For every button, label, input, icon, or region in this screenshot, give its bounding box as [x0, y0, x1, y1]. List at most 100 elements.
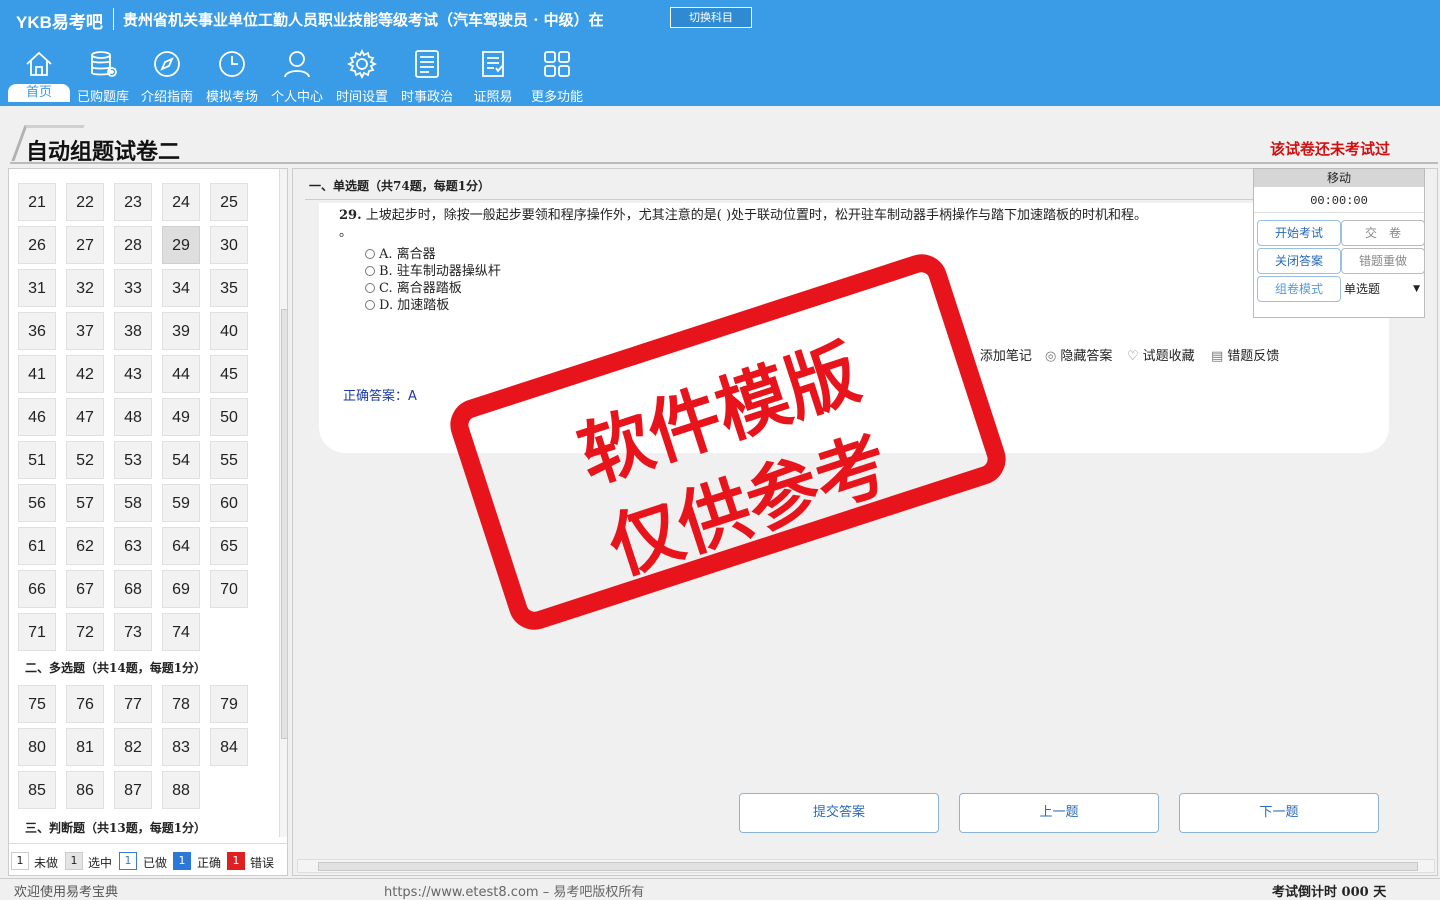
close-answer-button[interactable]: 关闭答案 [1257, 248, 1341, 274]
question-number-button[interactable]: 61 [18, 527, 56, 565]
question-number-button[interactable]: 33 [114, 269, 152, 307]
question-number-button[interactable]: 58 [114, 484, 152, 522]
radio-icon[interactable] [365, 266, 375, 276]
nav-politics[interactable]: 时事政治 [396, 48, 458, 105]
question-number-button[interactable]: 67 [66, 570, 104, 608]
question-number-button[interactable]: 30 [210, 226, 248, 264]
nav-purchased-bank[interactable]: 已购题库 [72, 48, 134, 105]
question-number-button[interactable]: 79 [210, 685, 248, 723]
option-d[interactable]: D. 加速踏板 [365, 294, 449, 313]
horizontal-scrollbar-thumb[interactable] [318, 862, 1418, 871]
question-number-button[interactable]: 66 [18, 570, 56, 608]
question-number-button[interactable]: 24 [162, 183, 200, 221]
question-number-button[interactable]: 69 [162, 570, 200, 608]
question-number-button[interactable]: 55 [210, 441, 248, 479]
question-number-button[interactable]: 49 [162, 398, 200, 436]
question-number-button[interactable]: 34 [162, 269, 200, 307]
nav-home[interactable]: 首页 [8, 48, 70, 104]
question-number-button[interactable]: 37 [66, 312, 104, 350]
question-number-button[interactable]: 31 [18, 269, 56, 307]
question-number-button[interactable]: 72 [66, 613, 104, 651]
question-number-button[interactable]: 51 [18, 441, 56, 479]
question-number-button[interactable]: 76 [66, 685, 104, 723]
question-number-button[interactable]: 75 [18, 685, 56, 723]
radio-icon[interactable] [365, 283, 375, 293]
question-number-button[interactable]: 57 [66, 484, 104, 522]
start-exam-button[interactable]: 开始考试 [1257, 220, 1341, 246]
question-number-button[interactable]: 82 [114, 728, 152, 766]
question-number-button[interactable]: 71 [18, 613, 56, 651]
hide-answer-button[interactable]: ◎ 隐藏答案 [1045, 345, 1112, 364]
question-number-button[interactable]: 78 [162, 685, 200, 723]
question-number-button[interactable]: 39 [162, 312, 200, 350]
horizontal-scrollbar[interactable] [297, 859, 1435, 873]
question-number-button[interactable]: 43 [114, 355, 152, 393]
redo-wrong-button[interactable]: 错题重做 [1341, 248, 1425, 274]
favorite-button[interactable]: ♡ 试题收藏 [1127, 345, 1195, 364]
question-number-button[interactable]: 36 [18, 312, 56, 350]
submit-answer-button[interactable]: 提交答案 [739, 793, 939, 833]
prev-question-button[interactable]: 上一题 [959, 793, 1159, 833]
question-number-button[interactable]: 42 [66, 355, 104, 393]
question-number-button[interactable]: 45 [210, 355, 248, 393]
question-number-button[interactable]: 63 [114, 527, 152, 565]
question-number-button[interactable]: 62 [66, 527, 104, 565]
question-number-button[interactable]: 68 [114, 570, 152, 608]
nav-user-center[interactable]: 个人中心 [266, 48, 328, 105]
question-number-button[interactable]: 38 [114, 312, 152, 350]
question-number-button[interactable]: 85 [18, 771, 56, 809]
question-number-button[interactable]: 56 [18, 484, 56, 522]
question-number-button[interactable]: 83 [162, 728, 200, 766]
question-number-button[interactable]: 26 [18, 226, 56, 264]
question-number-button[interactable]: 25 [210, 183, 248, 221]
question-number-button[interactable]: 74 [162, 613, 200, 651]
question-number-button[interactable]: 81 [66, 728, 104, 766]
question-number-button[interactable]: 50 [210, 398, 248, 436]
nav-more[interactable]: 更多功能 [526, 48, 588, 105]
nav-time-settings[interactable]: 时间设置 [331, 48, 393, 105]
radio-icon[interactable] [365, 249, 375, 259]
nav-certificate[interactable]: 证照易 [462, 48, 524, 105]
nav-mock-exam[interactable]: 模拟考场 [201, 48, 263, 105]
question-number-button[interactable]: 73 [114, 613, 152, 651]
panel-move-handle[interactable]: 移动 [1254, 169, 1424, 187]
question-number-button[interactable]: 27 [66, 226, 104, 264]
question-number-button[interactable]: 28 [114, 226, 152, 264]
add-note-button[interactable]: ✎ 添加笔记 [965, 345, 1032, 364]
question-number-button[interactable]: 84 [210, 728, 248, 766]
submit-paper-button[interactable]: 交 卷 [1341, 220, 1425, 246]
question-type-select[interactable]: 单选题 ▼ [1342, 277, 1424, 301]
question-number-button[interactable]: 23 [114, 183, 152, 221]
question-number-button[interactable]: 64 [162, 527, 200, 565]
compose-mode-button[interactable]: 组卷模式 [1257, 276, 1341, 302]
question-number-button[interactable]: 59 [162, 484, 200, 522]
question-number-button[interactable]: 40 [210, 312, 248, 350]
question-number-button[interactable]: 88 [162, 771, 200, 809]
question-number-button[interactable]: 87 [114, 771, 152, 809]
next-question-button[interactable]: 下一题 [1179, 793, 1379, 833]
question-number-button[interactable]: 52 [66, 441, 104, 479]
nav-guide[interactable]: 介绍指南 [136, 48, 198, 105]
question-number-button[interactable]: 53 [114, 441, 152, 479]
left-scrollbar-thumb[interactable] [281, 309, 287, 739]
question-number-button[interactable]: 35 [210, 269, 248, 307]
radio-icon[interactable] [365, 300, 375, 310]
question-number-button[interactable]: 21 [18, 183, 56, 221]
question-number-button[interactable]: 80 [18, 728, 56, 766]
question-number-button[interactable]: 47 [66, 398, 104, 436]
question-number-button[interactable]: 77 [114, 685, 152, 723]
question-number-button[interactable]: 65 [210, 527, 248, 565]
question-number-button[interactable]: 86 [66, 771, 104, 809]
feedback-button[interactable]: ▤ 错题反馈 [1211, 345, 1279, 364]
question-number-button[interactable]: 22 [66, 183, 104, 221]
question-number-button[interactable]: 48 [114, 398, 152, 436]
question-number-button[interactable]: 70 [210, 570, 248, 608]
question-number-button[interactable]: 41 [18, 355, 56, 393]
question-number-button[interactable]: 60 [210, 484, 248, 522]
question-number-button[interactable]: 44 [162, 355, 200, 393]
switch-subject-button[interactable]: 切换科目 [670, 7, 752, 28]
question-number-button[interactable]: 46 [18, 398, 56, 436]
question-number-button[interactable]: 54 [162, 441, 200, 479]
question-number-button[interactable]: 29 [162, 226, 200, 264]
question-number-button[interactable]: 32 [66, 269, 104, 307]
